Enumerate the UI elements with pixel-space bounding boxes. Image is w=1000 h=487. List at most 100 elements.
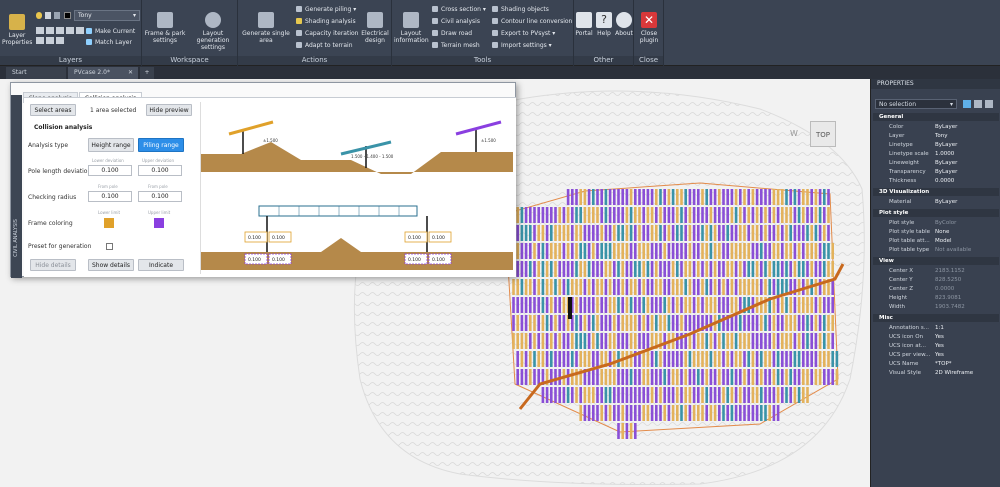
property-row[interactable]: Color ByLayer xyxy=(873,123,999,132)
property-row[interactable]: Lineweight ByLayer xyxy=(873,159,999,168)
generate-piling-button[interactable]: Generate piling ▾ xyxy=(296,5,356,14)
property-row[interactable]: UCS per view... Yes xyxy=(873,351,999,360)
pv-table xyxy=(604,189,608,205)
selection-dropdown[interactable]: No selection ▾ xyxy=(875,99,957,109)
property-row[interactable]: Center Z 0.0000 xyxy=(873,285,999,294)
tab-pvcase-drawing[interactable]: PVcase 2.0* ✕ xyxy=(68,67,138,79)
layer-lock-icon[interactable] xyxy=(66,27,74,34)
about-button[interactable]: About xyxy=(614,12,634,37)
property-row[interactable]: Center Y 828.5250 xyxy=(873,276,999,285)
piling-range-button[interactable]: Piling range xyxy=(138,138,184,152)
terrain-mesh-button[interactable]: Terrain mesh xyxy=(432,41,480,50)
layer-freeze-icon[interactable] xyxy=(56,27,64,34)
pickadd-icon[interactable] xyxy=(985,100,993,108)
close-plugin-button[interactable]: ✕ Close plugin xyxy=(636,12,662,44)
property-row[interactable]: Layer Tony xyxy=(873,132,999,141)
layer-isolate-icon[interactable] xyxy=(46,27,54,34)
radius-input-1[interactable]: 0.100 xyxy=(88,191,132,202)
capacity-iteration-button[interactable]: Capacity iteration xyxy=(296,29,358,38)
make-current-button[interactable]: Make Current xyxy=(86,27,135,36)
property-row[interactable]: Transparency ByLayer xyxy=(873,168,999,177)
pv-table xyxy=(613,243,616,259)
property-row[interactable]: Linetype ByLayer xyxy=(873,141,999,150)
property-value: Tony xyxy=(935,133,948,139)
property-row[interactable]: Annotation s... 1:1 xyxy=(873,324,999,333)
layer-properties-button[interactable]: Layer Properties xyxy=(2,14,32,46)
pv-table xyxy=(655,297,658,313)
quick-select-icon[interactable] xyxy=(963,100,971,108)
property-row[interactable]: Plot table att... Model xyxy=(873,237,999,246)
property-row[interactable]: UCS icon at... Yes xyxy=(873,342,999,351)
pv-table xyxy=(663,333,666,349)
layer-off-icon[interactable] xyxy=(36,27,44,34)
property-row[interactable]: Thickness 0.0000 xyxy=(873,177,999,186)
pole-upper-input[interactable]: 0.100 xyxy=(138,165,182,176)
help-button[interactable]: ? Help xyxy=(594,12,614,37)
section-visualization[interactable]: 3D Visualization xyxy=(873,188,999,196)
cross-section-button[interactable]: Cross section ▾ xyxy=(432,5,486,14)
layer-unlock-icon[interactable] xyxy=(56,37,64,44)
layout-generation-settings-button[interactable]: Layout generation settings xyxy=(190,12,236,51)
adapt-terrain-button[interactable]: Adapt to terrain xyxy=(296,41,353,50)
layer-unisolate-icon[interactable] xyxy=(36,37,44,44)
layer-dropdown[interactable]: Tony ▾ xyxy=(74,10,140,21)
draw-road-button[interactable]: Draw road xyxy=(432,29,472,38)
frame-park-settings-button[interactable]: Frame & park settings xyxy=(144,12,186,44)
pv-table xyxy=(587,297,591,313)
property-row[interactable]: UCS icon On Yes xyxy=(873,333,999,342)
hide-preview-button[interactable]: Hide preview xyxy=(146,104,192,116)
section-view[interactable]: View xyxy=(873,257,999,265)
property-row[interactable]: Height 823.9081 xyxy=(873,294,999,303)
import-settings-button[interactable]: Import settings ▾ xyxy=(492,41,552,50)
section-plot-style[interactable]: Plot style xyxy=(873,209,999,217)
height-range-button[interactable]: Height range xyxy=(88,138,134,152)
lower-limit-color-swatch[interactable] xyxy=(104,218,114,228)
property-row[interactable]: Plot table type Not available xyxy=(873,246,999,255)
export-pvsyst-button[interactable]: Export to PVsyst ▾ xyxy=(492,29,555,38)
pv-table xyxy=(541,207,545,223)
viewcube-west[interactable]: W xyxy=(790,129,798,138)
property-row[interactable]: Visual Style 2D Wireframe xyxy=(873,369,999,378)
property-row[interactable]: Plot style ByColor xyxy=(873,219,999,228)
viewcube-top[interactable]: TOP xyxy=(810,121,836,147)
lock-icon[interactable] xyxy=(54,12,60,19)
tab-start[interactable]: Start xyxy=(6,67,66,79)
indicate-button[interactable]: Indicate xyxy=(138,259,184,271)
civil-analysis-button[interactable]: Civil analysis xyxy=(432,17,480,26)
lightbulb-icon[interactable] xyxy=(36,12,42,19)
generate-single-area-button[interactable]: Generate single area xyxy=(240,12,292,44)
pv-table xyxy=(646,225,650,241)
section-general[interactable]: General xyxy=(873,113,999,121)
select-areas-button[interactable]: Select areas xyxy=(30,104,76,116)
match-layer-button[interactable]: Match Layer xyxy=(86,38,132,47)
layer-thaw-icon[interactable] xyxy=(46,37,54,44)
radius-input-2[interactable]: 0.100 xyxy=(138,191,182,202)
pv-table xyxy=(571,225,574,241)
sun-icon[interactable] xyxy=(45,12,51,19)
pv-table xyxy=(663,207,666,223)
upper-limit-color-swatch[interactable] xyxy=(154,218,164,228)
pole-lower-input[interactable]: 0.100 xyxy=(88,165,132,176)
section-misc[interactable]: Misc xyxy=(873,314,999,322)
close-tab-icon[interactable]: ✕ xyxy=(128,67,133,79)
property-row[interactable]: Linetype scale 1.0000 xyxy=(873,150,999,159)
portal-button[interactable]: Portal xyxy=(574,12,594,37)
property-row[interactable]: Center X 2183.1152 xyxy=(873,267,999,276)
contour-conversion-button[interactable]: Contour line conversion xyxy=(492,17,572,26)
pv-table xyxy=(583,279,587,295)
show-details-button[interactable]: Show details xyxy=(88,259,134,271)
property-row[interactable]: Plot style table None xyxy=(873,228,999,237)
select-objects-icon[interactable] xyxy=(974,100,982,108)
layout-information-button[interactable]: Layout information xyxy=(394,12,429,44)
property-row[interactable]: UCS Name *TOP* xyxy=(873,360,999,369)
new-tab-button[interactable]: + xyxy=(140,67,154,79)
preset-checkbox[interactable] xyxy=(106,243,113,250)
electrical-design-button[interactable]: Electrical design xyxy=(360,12,390,44)
property-row[interactable]: Width 1903.7482 xyxy=(873,303,999,312)
hide-details-button[interactable]: Hide details xyxy=(30,259,76,271)
layer-on-icon[interactable] xyxy=(76,27,84,34)
shading-analysis-button[interactable]: Shading analysis xyxy=(296,17,356,26)
property-row[interactable]: Material ByLayer xyxy=(873,198,999,207)
pv-table xyxy=(545,315,549,331)
shading-objects-button[interactable]: Shading objects xyxy=(492,5,549,14)
